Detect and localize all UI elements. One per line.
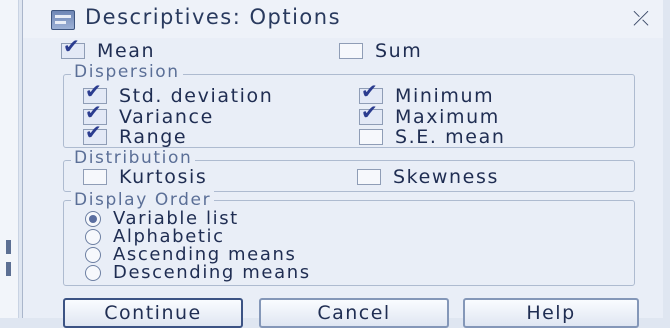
kurtosis-checkbox[interactable]: Kurtosis — [83, 166, 207, 188]
checkbox-icon: ✔ — [359, 102, 383, 125]
close-icon[interactable]: ⤫ — [633, 6, 649, 30]
std-deviation-label: Std. deviation — [119, 85, 274, 107]
mean-label: Mean — [97, 40, 156, 62]
radio-icon — [85, 210, 101, 227]
edge-marker — [6, 240, 11, 254]
continue-button[interactable]: Continue — [63, 298, 243, 328]
descending-means-label: Descending means — [113, 262, 311, 283]
maximum-label: Maximum — [395, 106, 500, 128]
variance-label: Variance — [119, 106, 214, 128]
se-mean-checkbox[interactable]: S.E. mean — [359, 126, 505, 148]
checkbox-icon: ✔ — [61, 36, 85, 59]
sum-label: Sum — [375, 40, 423, 62]
descriptives-app-icon — [51, 10, 75, 30]
minimum-label: Minimum — [395, 85, 495, 107]
checkbox-icon — [83, 169, 107, 185]
descriptives-options-dialog: Descriptives: Options ⤫ ✔ Mean Sum Dispe… — [22, 0, 663, 328]
se-mean-label: S.E. mean — [395, 126, 506, 148]
help-button[interactable]: Help — [463, 298, 639, 328]
radio-icon — [85, 264, 101, 281]
mean-checkbox[interactable]: ✔ Mean — [61, 36, 156, 62]
cancel-button[interactable]: Cancel — [259, 298, 449, 328]
kurtosis-label: Kurtosis — [119, 166, 208, 188]
display-order-group-title: Display Order — [71, 190, 215, 210]
checkbox-icon: ✔ — [83, 122, 107, 145]
range-checkbox[interactable]: ✔ Range — [83, 122, 188, 148]
maximum-checkbox[interactable]: ✔ Maximum — [359, 102, 500, 128]
descending-means-radio[interactable]: Descending means — [85, 262, 311, 283]
dialog-title: Descriptives: Options — [85, 5, 342, 29]
minimum-checkbox[interactable]: ✔ Minimum — [359, 81, 495, 107]
skewness-checkbox[interactable]: Skewness — [357, 166, 499, 188]
edge-marker — [6, 262, 11, 276]
skewness-label: Skewness — [393, 166, 499, 188]
checkbox-icon — [339, 43, 363, 59]
background-window-edge — [0, 0, 19, 318]
distribution-group-title: Distribution — [71, 148, 196, 168]
std-deviation-checkbox[interactable]: ✔ Std. deviation — [83, 81, 274, 107]
radio-icon — [85, 228, 101, 245]
range-label: Range — [119, 126, 188, 148]
checkbox-icon — [359, 129, 383, 145]
radio-icon — [85, 246, 101, 263]
checkbox-icon — [357, 169, 381, 185]
title-bar: Descriptives: Options ⤫ — [23, 0, 663, 38]
sum-checkbox[interactable]: Sum — [339, 40, 422, 62]
